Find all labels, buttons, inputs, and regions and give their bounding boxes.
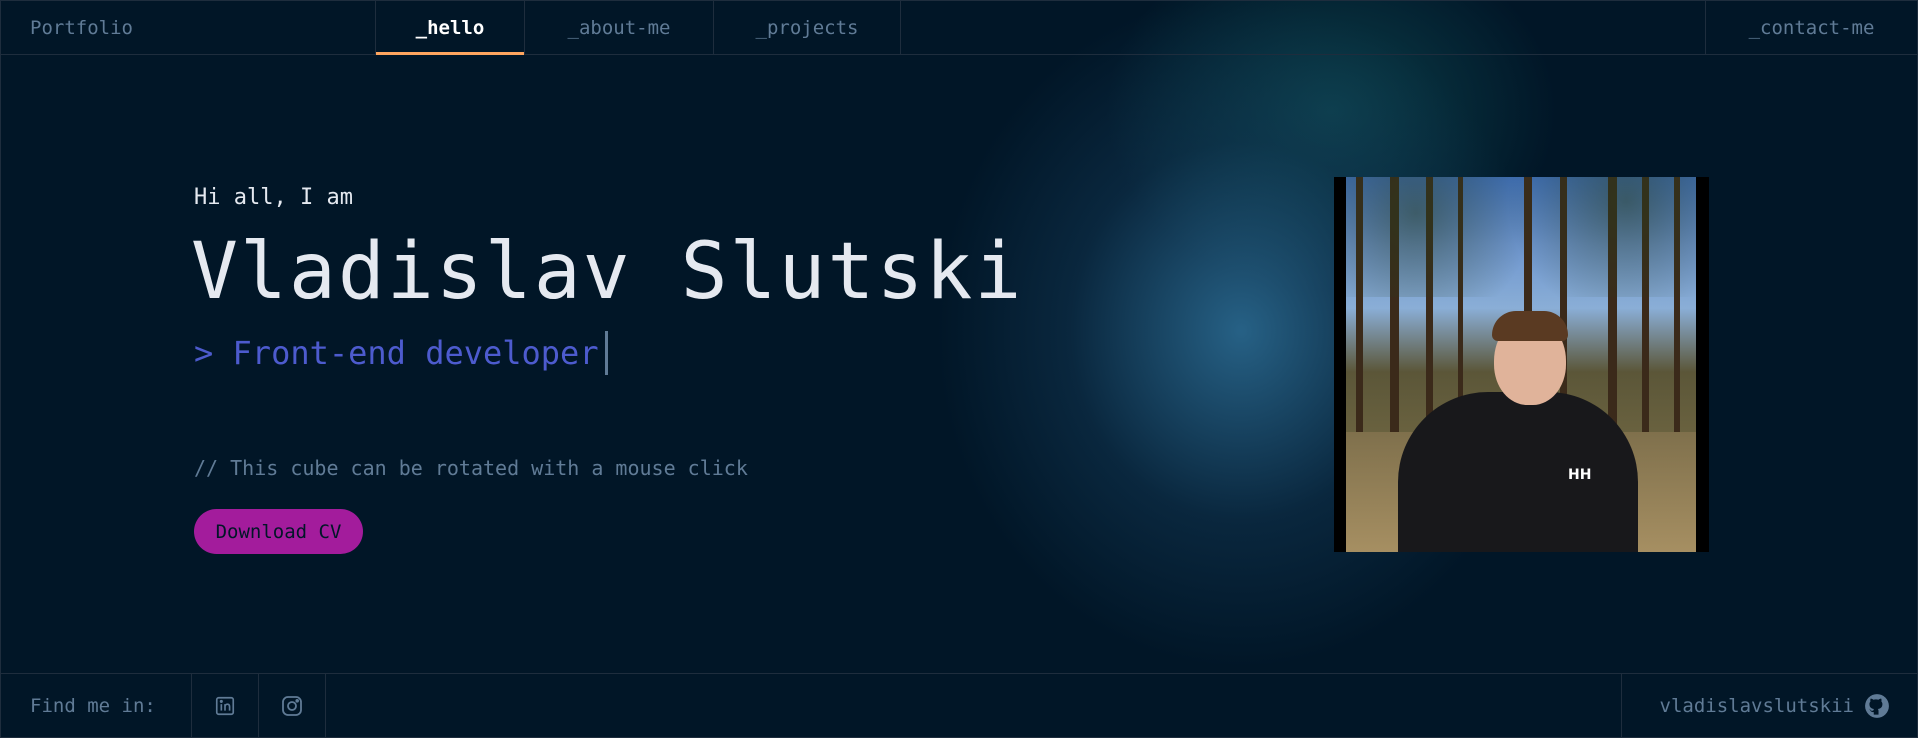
github-username: vladislavslutskii	[1659, 694, 1854, 717]
github-icon	[1864, 693, 1890, 719]
app-frame: Portfolio _hello _about-me _projects _co…	[0, 0, 1918, 738]
footer-spacer	[326, 674, 1621, 737]
top-nav: Portfolio _hello _about-me _projects _co…	[1, 1, 1917, 55]
person-hair	[1492, 311, 1568, 341]
tab-hello[interactable]: _hello	[375, 1, 525, 55]
person-jacket	[1398, 392, 1638, 552]
greeting-text: Hi all, I am	[194, 185, 353, 210]
instagram-icon	[280, 694, 304, 718]
find-me-label: Find me in:	[1, 674, 192, 737]
brand-label: Portfolio	[30, 16, 133, 39]
role-line: > Front-end developer	[194, 331, 608, 375]
jacket-logo: HH	[1568, 467, 1592, 483]
portrait-photo: HH	[1346, 177, 1696, 552]
tab-about-me[interactable]: _about-me	[525, 1, 714, 54]
linkedin-icon	[214, 695, 236, 717]
developer-name: Vladislav Slutski	[191, 227, 1024, 317]
portrait-cube[interactable]: HH	[1334, 177, 1709, 552]
typing-cursor	[604, 331, 608, 375]
download-cv-button[interactable]: Download CV	[194, 509, 363, 554]
linkedin-link[interactable]	[192, 674, 259, 737]
tab-projects[interactable]: _projects	[714, 1, 901, 54]
tree-canopy	[1346, 177, 1696, 297]
cube-hint-comment: // This cube can be rotated with a mouse…	[194, 456, 748, 480]
tab-contact-me-label: _contact-me	[1748, 16, 1875, 39]
tab-contact-me[interactable]: _contact-me	[1705, 1, 1917, 54]
tab-projects-label: _projects	[755, 16, 859, 39]
footer: Find me in: vladislavslutskii	[1, 673, 1917, 737]
github-link[interactable]: vladislavslutskii	[1621, 674, 1917, 737]
tab-about-me-label: _about-me	[567, 16, 671, 39]
instagram-link[interactable]	[259, 674, 326, 737]
tab-hello-label: _hello	[415, 16, 485, 39]
role-text: > Front-end developer	[194, 334, 599, 372]
